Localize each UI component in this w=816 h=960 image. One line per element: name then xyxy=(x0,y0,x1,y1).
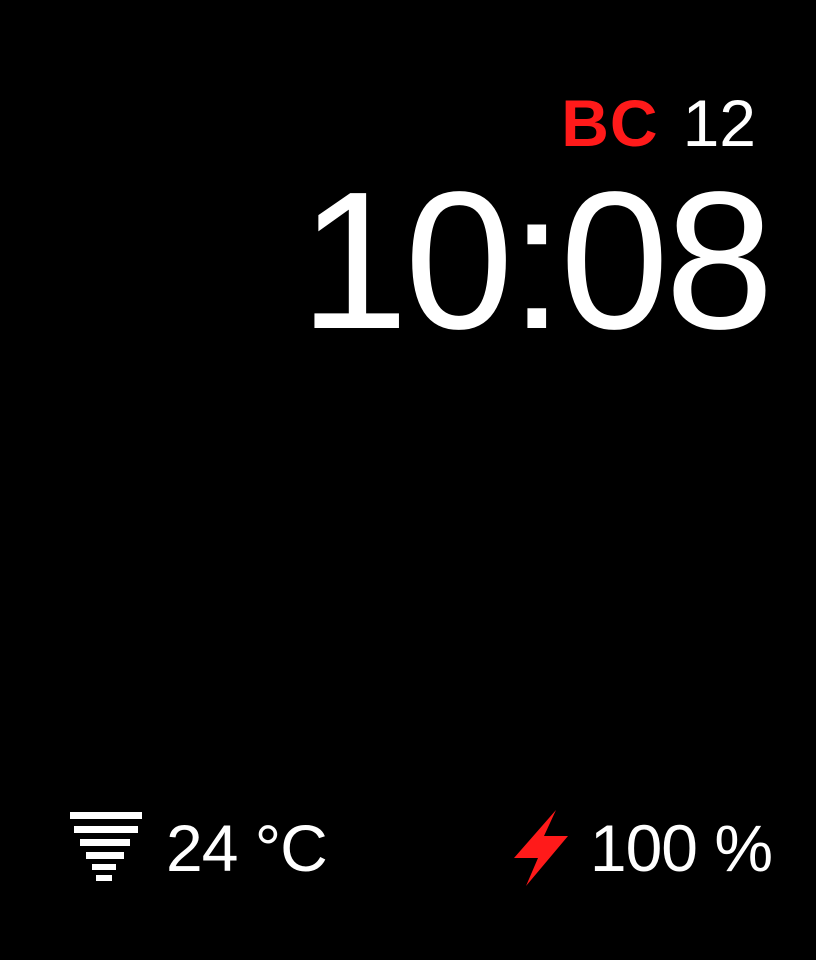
time-display: 10:08 xyxy=(299,151,774,370)
battery-level: 100 % xyxy=(589,811,773,885)
lightning-bolt-icon xyxy=(508,808,584,888)
temperature-value: 24 °C xyxy=(166,811,328,885)
date-day: 12 xyxy=(682,86,756,160)
watch-face: BC 12 10:08 24 °C 100 % xyxy=(0,0,816,960)
date-abbr: BC xyxy=(561,86,659,160)
date-complication[interactable]: BC 12 xyxy=(561,88,756,158)
battery-complication[interactable]: 100 % xyxy=(508,808,773,888)
weather-complication[interactable]: 24 °C xyxy=(68,808,328,888)
tornado-icon xyxy=(68,808,144,888)
